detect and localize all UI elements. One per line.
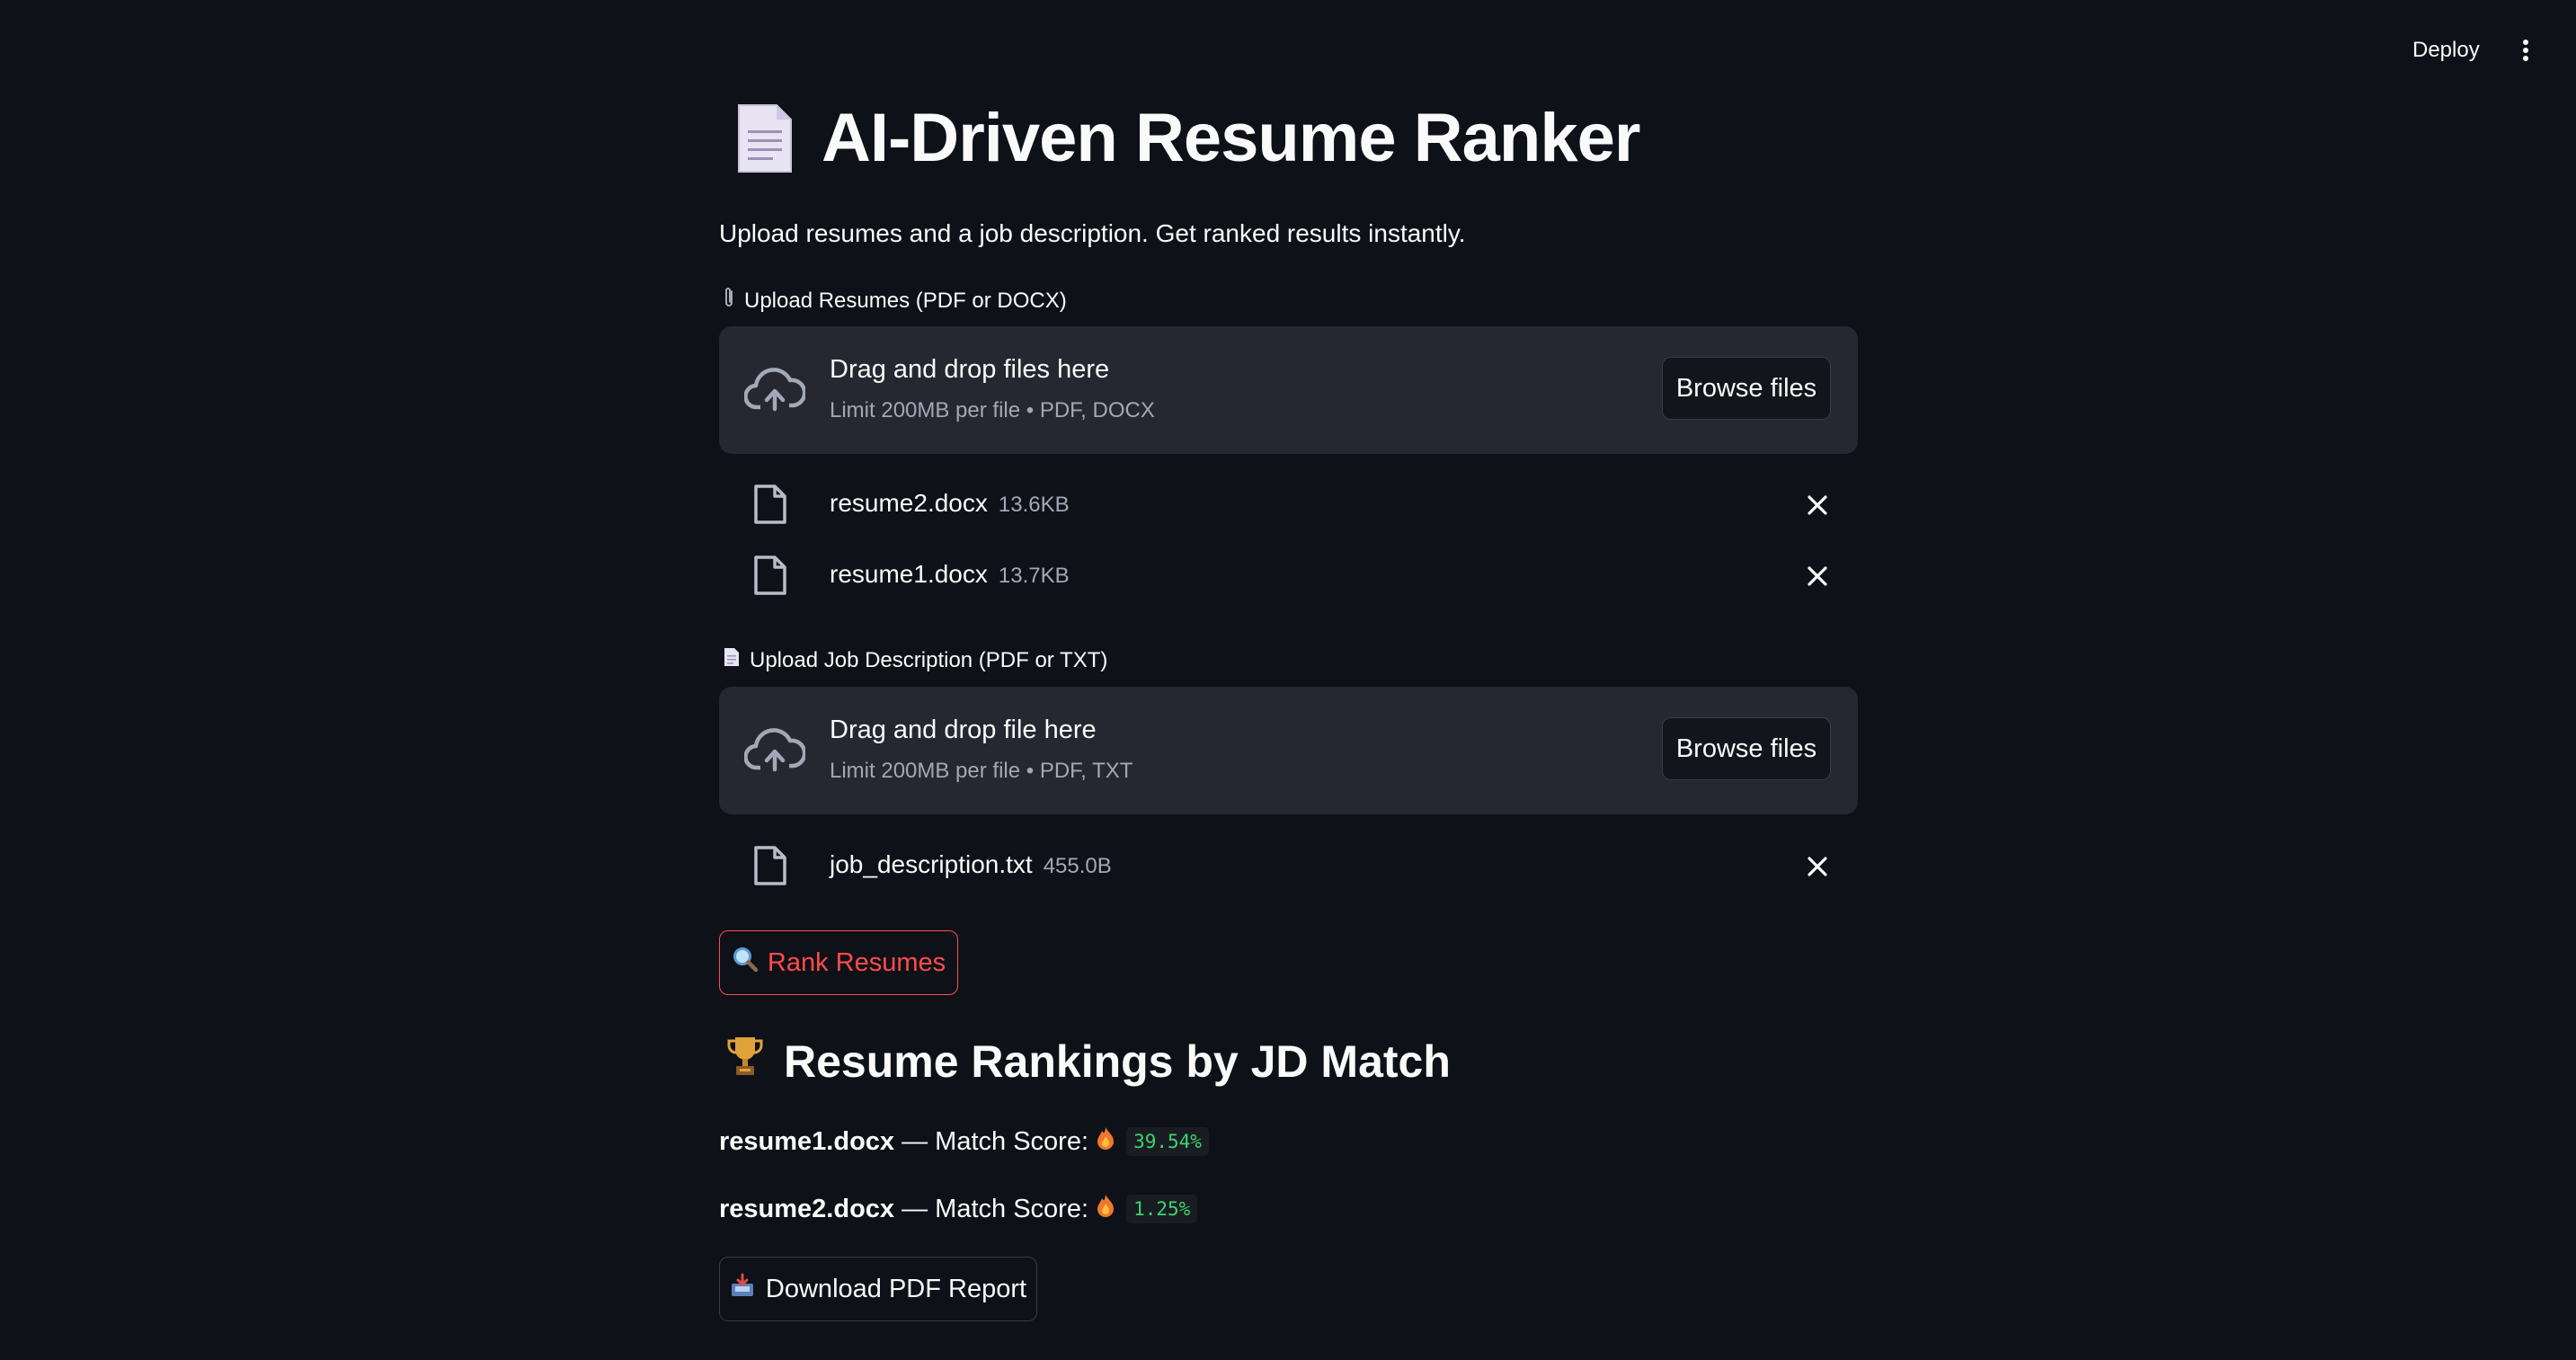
trophy-icon — [726, 1034, 764, 1089]
file-name: resume1.docx 13.7KB — [830, 560, 1070, 588]
page-icon — [723, 646, 741, 674]
magnifier-icon — [732, 946, 759, 980]
file-icon — [754, 484, 786, 524]
uploaded-file-row: job_description.txt 455.0B — [719, 838, 1858, 892]
page-icon — [735, 102, 795, 175]
resume-browse-button[interactable]: Browse files — [1662, 357, 1831, 420]
jd-limit-text: Limit 200MB per file • PDF, TXT — [830, 759, 1133, 783]
resume-uploader-label: Upload Resumes (PDF or DOCX) — [723, 286, 1067, 316]
match-score-badge: 39.54% — [1126, 1127, 1209, 1156]
cloud-upload-icon — [744, 728, 805, 772]
jd-drop-text: Drag and drop file here — [830, 716, 1097, 744]
result-file-name: resume2.docx — [719, 1194, 895, 1223]
ranking-result: resume1.docx — Match Score: 39.54% — [719, 1125, 1209, 1158]
jd-dropzone[interactable]: Drag and drop file here Limit 200MB per … — [719, 687, 1858, 814]
result-label: — Match Score: — [894, 1194, 1097, 1223]
page-title-row: AI-Driven Resume Ranker — [719, 99, 1640, 177]
page-subtitle: Upload resumes and a job description. Ge… — [719, 219, 1466, 247]
file-size: 455.0B — [1043, 854, 1112, 878]
resume-drop-text: Drag and drop files here — [830, 355, 1110, 384]
rankings-heading: Resume Rankings by JD Match — [726, 1034, 1451, 1089]
page-title: AI-Driven Resume Ranker — [822, 100, 1640, 176]
fire-icon — [1096, 1125, 1115, 1158]
resume-limit-text: Limit 200MB per file • PDF, DOCX — [830, 398, 1155, 422]
paperclip-icon — [723, 286, 735, 316]
file-size: 13.7KB — [998, 564, 1070, 588]
jd-browse-button[interactable]: Browse files — [1662, 717, 1831, 780]
top-toolbar: Deploy — [0, 0, 2576, 99]
resume-dropzone[interactable]: Drag and drop files here Limit 200MB per… — [719, 326, 1858, 454]
jd-uploader-label: Upload Job Description (PDF or TXT) — [723, 646, 1107, 674]
remove-file-icon[interactable] — [1805, 854, 1830, 879]
fire-icon — [1096, 1193, 1115, 1225]
file-size: 13.6KB — [998, 493, 1070, 517]
result-label: — Match Score: — [894, 1126, 1097, 1156]
inbox-tray-icon — [730, 1273, 755, 1305]
remove-file-icon[interactable] — [1805, 564, 1830, 589]
rank-resumes-button[interactable]: Rank Resumes — [719, 930, 958, 995]
deploy-button[interactable]: Deploy — [2398, 32, 2494, 68]
uploaded-file-row: resume1.docx 13.7KB — [719, 547, 1858, 601]
match-score-badge: 1.25% — [1126, 1195, 1198, 1223]
file-icon — [754, 556, 786, 595]
cloud-upload-icon — [744, 368, 805, 412]
file-icon — [754, 846, 786, 885]
file-name: resume2.docx 13.6KB — [830, 489, 1070, 517]
file-name: job_description.txt 455.0B — [830, 850, 1112, 878]
download-pdf-report-button[interactable]: Download PDF Report — [719, 1257, 1037, 1321]
uploaded-file-row: resume2.docx 13.6KB — [719, 476, 1858, 530]
ranking-result: resume2.docx — Match Score: 1.25% — [719, 1193, 1198, 1225]
kebab-menu-icon[interactable] — [2508, 32, 2544, 68]
result-file-name: resume1.docx — [719, 1126, 895, 1156]
remove-file-icon[interactable] — [1805, 493, 1830, 518]
